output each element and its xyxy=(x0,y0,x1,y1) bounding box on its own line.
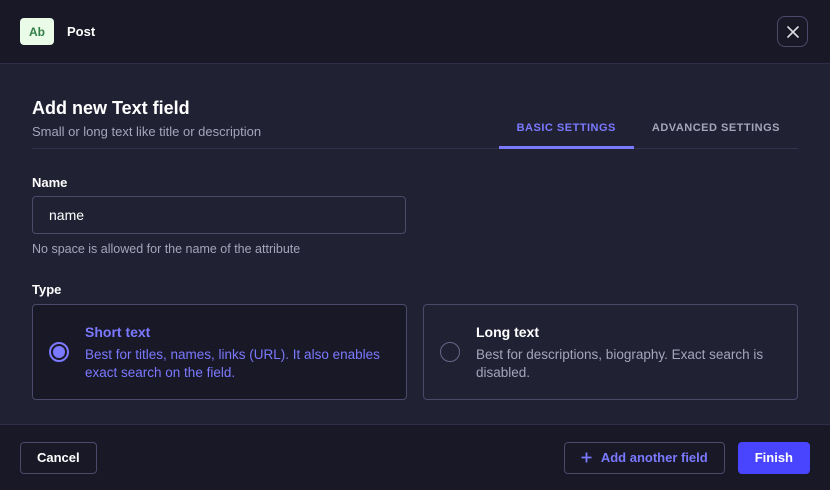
name-helper-text: No space is allowed for the name of the … xyxy=(32,242,798,256)
option-title-short-text: Short text xyxy=(85,323,386,341)
radio-long-text-icon[interactable] xyxy=(440,342,460,362)
page-title: Add new Text field xyxy=(32,97,798,119)
modal-body: Add new Text field Small or long text li… xyxy=(0,64,830,424)
plus-icon xyxy=(581,452,592,463)
close-icon xyxy=(787,26,799,38)
option-text: Long text Best for descriptions, biograp… xyxy=(476,323,781,382)
finish-button[interactable]: Finish xyxy=(738,442,810,474)
name-field-group: Name No space is allowed for the name of… xyxy=(32,175,798,256)
add-field-modal: Ab Post Add new Text field Small or long… xyxy=(0,0,830,490)
tab-advanced-settings[interactable]: ADVANCED SETTINGS xyxy=(634,122,798,149)
modal-footer: Cancel Add another field Finish xyxy=(0,424,830,490)
modal-header: Ab Post xyxy=(0,0,830,64)
content-type-title: Post xyxy=(67,24,95,39)
option-desc-short-text: Best for titles, names, links (URL). It … xyxy=(85,346,386,382)
option-card-short-text[interactable]: Short text Best for titles, names, links… xyxy=(32,304,407,400)
tab-basic-settings[interactable]: BASIC SETTINGS xyxy=(499,122,634,149)
option-card-long-text[interactable]: Long text Best for descriptions, biograp… xyxy=(423,304,798,400)
option-title-long-text: Long text xyxy=(476,323,777,341)
footer-right-actions: Add another field Finish xyxy=(564,442,810,474)
cancel-button[interactable]: Cancel xyxy=(20,442,97,474)
intro-section: Add new Text field Small or long text li… xyxy=(32,64,798,149)
name-input[interactable] xyxy=(32,196,406,234)
add-another-field-button[interactable]: Add another field xyxy=(564,442,725,474)
add-another-field-label: Add another field xyxy=(601,450,708,465)
option-desc-long-text: Best for descriptions, biography. Exact … xyxy=(476,346,777,382)
option-text: Short text Best for titles, names, links… xyxy=(85,323,390,382)
radio-short-text-icon[interactable] xyxy=(49,342,69,362)
settings-tabs: BASIC SETTINGS ADVANCED SETTINGS xyxy=(499,122,798,149)
name-field-label: Name xyxy=(32,175,798,191)
close-button[interactable] xyxy=(777,16,808,47)
type-option-cards: Short text Best for titles, names, links… xyxy=(32,304,798,400)
type-field-label: Type xyxy=(32,282,798,298)
text-field-type-icon: Ab xyxy=(20,18,54,45)
type-field-group: Type Short text Best for titles, names, … xyxy=(32,282,798,400)
